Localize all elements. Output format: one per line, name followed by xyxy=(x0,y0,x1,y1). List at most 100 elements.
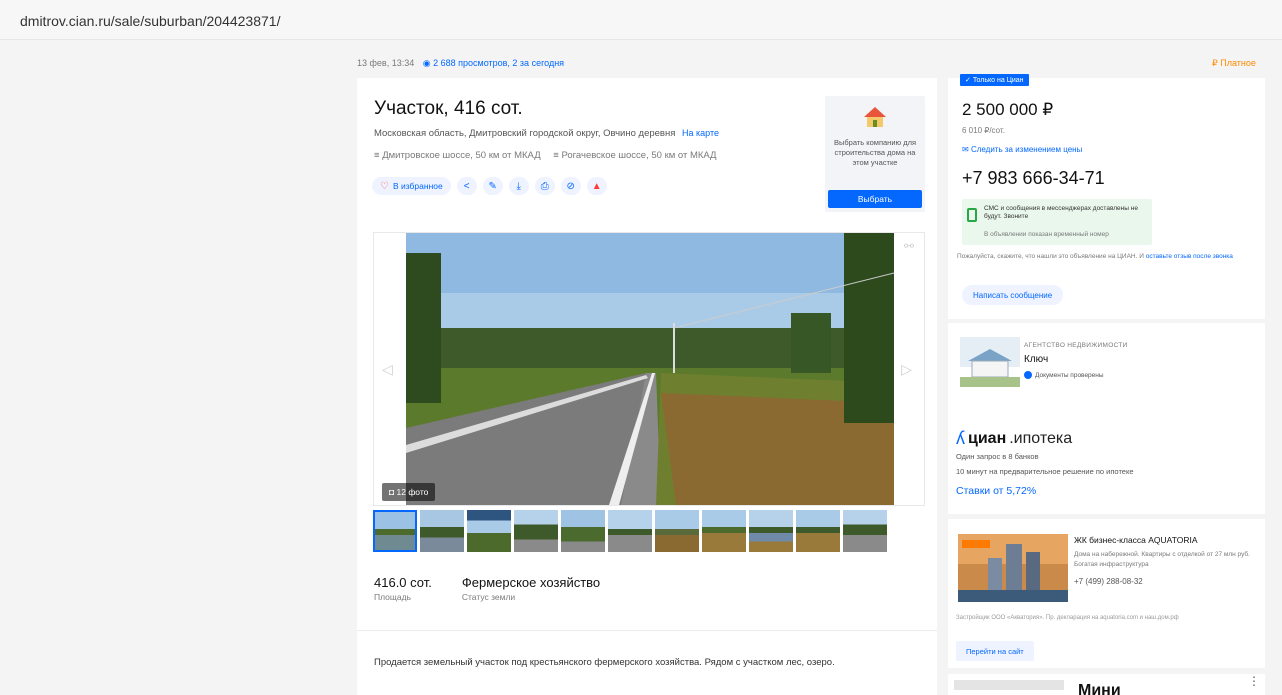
highway-item: ≡ Дмитровское шоссе, 50 км от МКАД xyxy=(374,150,541,161)
ad2-image[interactable] xyxy=(954,680,1064,690)
fact-value: 416.0 сот. xyxy=(374,575,432,590)
page-title: Участок, 416 сот. xyxy=(374,98,523,119)
builder-promo: Выбрать компанию для строительства дома … xyxy=(825,96,925,212)
verified-docs: Документы проверены xyxy=(1024,371,1104,379)
map-link[interactable]: На карте xyxy=(682,128,719,138)
address-text[interactable]: Московская область, Дмитровский городско… xyxy=(374,128,675,139)
ad2-title[interactable]: Мини xyxy=(1078,682,1121,695)
follow-price-link[interactable]: ✉ Следить за изменением цены xyxy=(962,145,1082,154)
thumbnail[interactable] xyxy=(608,510,652,552)
mortgage-line2: 10 минут на предварительное решение по и… xyxy=(956,467,1134,476)
thumbnail-strip xyxy=(373,510,887,552)
cian-pin-icon: ʎ xyxy=(956,428,965,448)
thumbnail[interactable] xyxy=(561,510,605,552)
price-per-unit: 6 010 ₽/сот. xyxy=(962,126,1005,135)
link-icon[interactable]: ⚯ xyxy=(904,239,914,253)
verified-text: Документы проверены xyxy=(1035,371,1104,379)
leave-review-link[interactable]: оставьте отзыв после звонка xyxy=(1146,253,1233,260)
cian-mortgage-logo: ʎ циан .ипотека xyxy=(956,428,1072,449)
thumbnail[interactable] xyxy=(420,510,464,552)
phone-icon xyxy=(967,208,977,222)
sms-note: СМС и сообщения в мессенджерах доставлен… xyxy=(984,205,1138,220)
hide-icon[interactable]: ⊘ xyxy=(560,177,581,195)
house-icon xyxy=(864,107,886,127)
agency-logo xyxy=(960,337,1020,387)
sms-warning: СМС и сообщения в мессенджерах доставлен… xyxy=(962,199,1152,245)
follow-price-text: Следить за изменением цены xyxy=(970,145,1083,154)
temp-number-note: В объявлении показан временный номер xyxy=(984,231,1109,238)
fact-label: Площадь xyxy=(374,592,412,602)
views-link[interactable]: ◉ 2 688 просмотров, 2 за сегодня xyxy=(423,58,564,68)
action-bar: ♡ В избранное < ✎ ⤓ ⎙ ⊘ ▲ xyxy=(372,176,607,196)
ad-footer: Застройщик ООО «Акватория». Пр. декларац… xyxy=(956,615,1179,621)
listing-meta: 13 фев, 13:34 ◉ 2 688 просмотров, 2 за с… xyxy=(357,58,564,69)
cian-note: Пожалуйста, скажите, что нашли это объяв… xyxy=(957,252,1257,262)
thumbnail[interactable] xyxy=(702,510,746,552)
logo-bold: циан xyxy=(968,429,1007,447)
thumbnail[interactable] xyxy=(843,510,887,552)
choose-builder-button[interactable]: Выбрать xyxy=(828,190,922,208)
fact-value: Фермерское хозяйство xyxy=(461,575,601,590)
print-icon[interactable]: ⎙ xyxy=(534,177,555,195)
thumbnail[interactable] xyxy=(467,510,511,552)
prev-arrow-icon[interactable]: ◁ xyxy=(382,361,393,378)
ad-card-2: Мини ⋮ xyxy=(948,674,1265,695)
url-text[interactable]: dmitrov.cian.ru/sale/suburban/204423871/ xyxy=(20,13,280,29)
thumbnail[interactable] xyxy=(514,510,558,552)
fact-land-status: Фермерское хозяйство Статус земли xyxy=(462,575,600,602)
highway-text[interactable]: Рогачевское шоссе, 50 км от МКАД xyxy=(561,150,716,161)
publish-date: 13 фев, 13:34 xyxy=(357,58,415,68)
fact-area: 416.0 сот. Площадь xyxy=(374,575,432,602)
more-icon[interactable]: ⋮ xyxy=(1248,674,1260,688)
ad-phone: +7 (499) 288-08-32 xyxy=(1074,577,1143,586)
rates-link[interactable]: Ставки от 5,72% xyxy=(956,485,1036,497)
main-photo[interactable] xyxy=(406,233,894,505)
facts: 416.0 сот. Площадь Фермерское хозяйство … xyxy=(374,575,600,602)
ad-title[interactable]: ЖК бизнес-класса AQUATORIA xyxy=(1074,535,1198,545)
highways: ≡ Дмитровское шоссе, 50 км от МКАД ≡ Рог… xyxy=(374,150,727,161)
write-message-button[interactable]: Написать сообщение xyxy=(962,285,1064,305)
agency-name[interactable]: Ключ xyxy=(1024,354,1048,365)
price: 2 500 000 ₽ xyxy=(962,100,1054,119)
thumbnail[interactable] xyxy=(373,510,417,552)
favorite-button[interactable]: ♡ В избранное xyxy=(372,177,451,195)
builder-text: Выбрать компанию для строительства дома … xyxy=(833,138,917,167)
next-arrow-icon[interactable]: ▷ xyxy=(901,361,912,378)
address-bar[interactable]: dmitrov.cian.ru/sale/suburban/204423871/ xyxy=(0,0,1282,40)
logo-rest: .ипотека xyxy=(1009,429,1073,447)
exclusive-badge-text: Только на Циан xyxy=(972,77,1024,84)
photo-count-text: 12 фото xyxy=(396,487,429,497)
highway-item: ≡ Рогачевское шоссе, 50 км от МКАД xyxy=(553,150,717,161)
cian-note-text: Пожалуйста, скажите, что нашли это объяв… xyxy=(957,253,1144,260)
thumbnail[interactable] xyxy=(749,510,793,552)
photo-gallery[interactable]: ◁ ▷ ⚯ ◘ 12 фото xyxy=(373,232,925,506)
listing-card: Участок, 416 сот. Московская область, Дм… xyxy=(357,78,937,695)
address: Московская область, Дмитровский городско… xyxy=(374,128,719,139)
share-icon[interactable]: < xyxy=(456,177,477,195)
paid-label[interactable]: ₽ Платное xyxy=(1212,58,1256,69)
photo-count-badge: ◘ 12 фото xyxy=(382,483,436,501)
fact-label: Статус земли xyxy=(461,592,516,602)
heart-icon: ♡ xyxy=(380,180,389,192)
thumbnail[interactable] xyxy=(796,510,840,552)
views-text: 2 688 просмотров, 2 за сегодня xyxy=(433,58,565,68)
ad-image[interactable] xyxy=(958,534,1068,602)
offer-card: ✓ Только на Циан 2 500 000 ₽ 6 010 ₽/сот… xyxy=(948,74,1265,319)
description: Продается земельный участок под крестьян… xyxy=(374,657,835,668)
exclusive-badge: ✓ Только на Циан xyxy=(960,74,1029,86)
mortgage-card[interactable]: ʎ циан .ипотека Один запрос в 8 банков 10… xyxy=(948,421,1265,514)
report-icon[interactable]: ▲ xyxy=(586,177,607,195)
download-icon[interactable]: ⤓ xyxy=(508,177,529,195)
thumbnail[interactable] xyxy=(655,510,699,552)
ad-card: ЖК бизнес-класса AQUATORIA Дома на набер… xyxy=(948,519,1265,668)
go-to-site-button[interactable]: Перейти на сайт xyxy=(956,641,1034,661)
ad-description: Дома на набережной. Квартиры с отделкой … xyxy=(1074,551,1250,568)
edit-icon[interactable]: ✎ xyxy=(482,177,503,195)
agency-type: АГЕНТСТВО НЕДВИЖИМОСТИ xyxy=(1024,342,1128,349)
agency-card[interactable]: АГЕНТСТВО НЕДВИЖИМОСТИ Ключ Документы пр… xyxy=(948,323,1265,431)
phone-number[interactable]: +7 983 666-34-71 xyxy=(962,168,1105,189)
mortgage-line1: Один запрос в 8 банков xyxy=(956,452,1039,461)
highway-text[interactable]: Дмитровское шоссе, 50 км от МКАД xyxy=(382,150,540,161)
divider xyxy=(357,630,937,631)
check-icon xyxy=(1024,371,1032,379)
